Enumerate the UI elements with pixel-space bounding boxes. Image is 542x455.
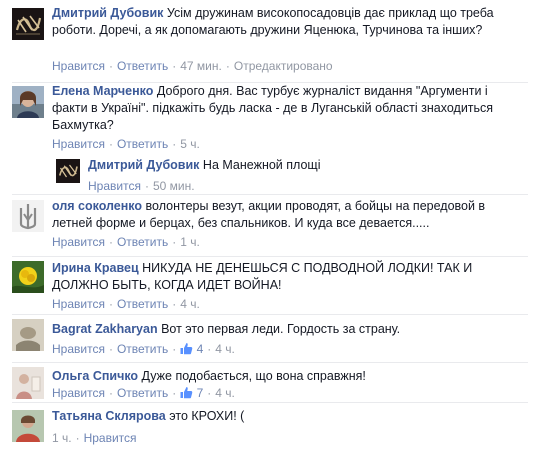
separator-dot: ·: [108, 342, 113, 356]
separator-dot: ·: [207, 386, 212, 400]
reply-link[interactable]: Ответить: [117, 386, 168, 400]
timestamp[interactable]: 4 ч.: [215, 342, 235, 356]
like-link[interactable]: Нравится: [52, 137, 105, 151]
like-link[interactable]: Нравится: [52, 342, 105, 356]
thumbs-up-icon[interactable]: [180, 342, 193, 355]
timestamp[interactable]: 47 мин.: [180, 59, 222, 73]
avatar[interactable]: [12, 200, 44, 232]
comment-item: Ольга Спичко Дуже подобається, що вона с…: [0, 362, 542, 402]
comment-body: Bagrat Zakharyan Вот это первая леди. Го…: [52, 321, 517, 338]
avatar[interactable]: [56, 159, 80, 183]
edited-label[interactable]: Отредактировано: [234, 59, 333, 73]
comment-item: Bagrat Zakharyan Вот это первая леди. Го…: [0, 314, 542, 362]
comment-body: оля соколенко волонтеры везут, акции про…: [52, 198, 514, 232]
comment-text: это КРОХИ! (: [169, 409, 245, 423]
comment-actions: Нравится · Ответить · 7 · 4 ч.: [52, 385, 235, 401]
reply-link[interactable]: Ответить: [117, 235, 168, 249]
comment-actions: Нравится · Ответить · 47 мин. · Отредактирован…: [52, 58, 333, 74]
like-link[interactable]: Нравится: [52, 297, 105, 311]
like-link[interactable]: Нравится: [52, 386, 105, 400]
comment-actions: Нравится · Ответить · 4 · 4 ч.: [52, 341, 235, 357]
thumbs-up-icon[interactable]: [180, 386, 193, 399]
timestamp[interactable]: 1 ч.: [180, 235, 200, 249]
commenter-name[interactable]: Дмитрий Дубовик: [88, 158, 199, 172]
comment-text: Дуже подобається, що вона справжня!: [141, 369, 366, 383]
comment-body: Ольга Спичко Дуже подобається, що вона с…: [52, 368, 517, 385]
separator-dot: ·: [144, 179, 149, 193]
avatar[interactable]: [12, 367, 44, 399]
commenter-name[interactable]: Елена Марченко: [52, 84, 153, 98]
separator-dot: ·: [172, 297, 177, 311]
commenter-name[interactable]: Дмитрий Дубовик: [52, 6, 163, 20]
comment-text: На Манежной площі: [202, 158, 321, 172]
separator-dot: ·: [108, 137, 113, 151]
commenter-name[interactable]: Татьяна Склярова: [52, 409, 166, 423]
comment-item: Ирина Кравец НИКУДА НЕ ДЕНЕШЬСЯ С ПОДВОД…: [0, 256, 542, 314]
separator-dot: ·: [172, 59, 177, 73]
comment-item: Дмитрий Дубовик Усім дружинам високопоса…: [0, 0, 542, 82]
like-link[interactable]: Нравится: [84, 431, 137, 445]
comment-body: Елена Марченко Доброго дня. Вас турбує ж…: [52, 83, 522, 134]
avatar[interactable]: [12, 8, 44, 40]
timestamp[interactable]: 4 ч.: [180, 297, 200, 311]
avatar[interactable]: [12, 261, 44, 293]
separator-dot: ·: [108, 297, 113, 311]
comment-body: Ирина Кравец НИКУДА НЕ ДЕНЕШЬСЯ С ПОДВОД…: [52, 260, 517, 294]
comment-actions: Нравится · Ответить · 5 ч.: [52, 136, 200, 152]
commenter-name[interactable]: Bagrat Zakharyan: [52, 322, 158, 336]
separator-dot: ·: [75, 431, 80, 445]
like-link[interactable]: Нравится: [88, 179, 141, 193]
avatar[interactable]: [12, 410, 44, 442]
reply-link[interactable]: Ответить: [117, 59, 168, 73]
reply-link[interactable]: Ответить: [117, 342, 168, 356]
separator-dot: ·: [225, 59, 230, 73]
comment-actions: Нравится · 50 мин.: [88, 178, 195, 194]
separator-dot: ·: [172, 342, 177, 356]
separator-dot: ·: [108, 386, 113, 400]
like-link[interactable]: Нравится: [52, 59, 105, 73]
separator-dot: ·: [207, 342, 212, 356]
comment-text: Вот это первая леди. Гордость за страну.: [161, 322, 401, 336]
comment-actions: Нравится · Ответить · 4 ч.: [52, 296, 200, 312]
separator-dot: ·: [172, 235, 177, 249]
comment-body: Татьяна Склярова это КРОХИ! (: [52, 408, 517, 425]
reply-link[interactable]: Ответить: [117, 297, 168, 311]
timestamp[interactable]: 50 мин.: [153, 179, 195, 193]
comment-item: Елена Марченко Доброго дня. Вас турбує ж…: [0, 82, 542, 152]
reply-item: Дмитрий Дубовик На Манежной площі Нравит…: [0, 152, 542, 194]
commenter-name[interactable]: оля соколенко: [52, 199, 142, 213]
reply-link[interactable]: Ответить: [117, 137, 168, 151]
like-link[interactable]: Нравится: [52, 235, 105, 249]
comment-body: Дмитрий Дубовик На Манежной площі: [88, 157, 508, 174]
comment-body: Дмитрий Дубовик Усім дружинам високопоса…: [52, 5, 512, 39]
comment-item: оля соколенко волонтеры везут, акции про…: [0, 194, 542, 256]
timestamp[interactable]: 4 ч.: [215, 386, 235, 400]
comment-actions: 1 ч. · Нравится: [52, 430, 137, 446]
separator-dot: ·: [172, 386, 177, 400]
commenter-name[interactable]: Ирина Кравец: [52, 261, 139, 275]
timestamp[interactable]: 5 ч.: [180, 137, 200, 151]
separator-dot: ·: [172, 137, 177, 151]
comment-item: Татьяна Склярова это КРОХИ! ( 1 ч. · Нрави…: [0, 402, 542, 455]
avatar[interactable]: [12, 86, 44, 118]
separator-dot: ·: [108, 59, 113, 73]
separator-dot: ·: [108, 235, 113, 249]
commenter-name[interactable]: Ольга Спичко: [52, 369, 138, 383]
avatar[interactable]: [12, 319, 44, 351]
timestamp[interactable]: 1 ч.: [52, 431, 72, 445]
comment-actions: Нравится · Ответить · 1 ч.: [52, 234, 200, 250]
